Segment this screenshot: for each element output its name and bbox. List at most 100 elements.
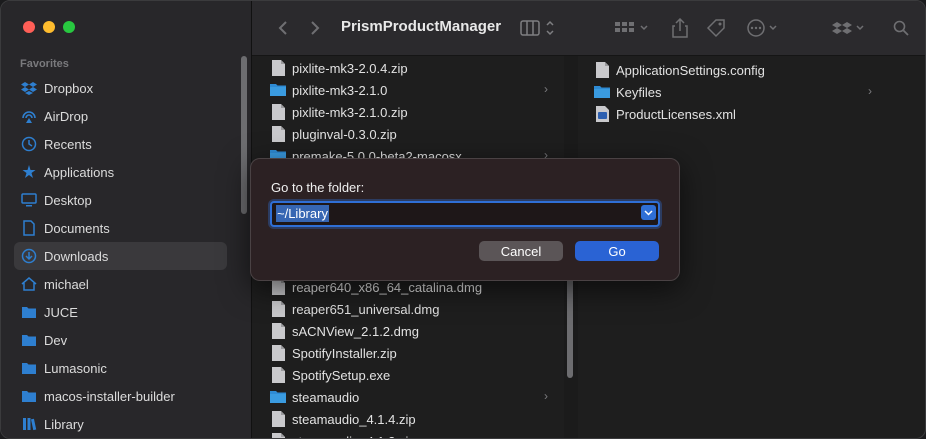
sidebar-item-airdrop[interactable]: AirDrop	[14, 102, 227, 130]
search-icon	[893, 20, 909, 36]
row-icon	[270, 367, 286, 383]
row-icon	[270, 389, 286, 405]
sidebar-item-label: Library	[44, 416, 84, 432]
row-icon	[270, 323, 286, 339]
row-label: reaper651_universal.dmg	[292, 301, 440, 317]
row-icon	[270, 126, 286, 142]
file-icon	[271, 367, 285, 383]
row-icon	[270, 60, 286, 76]
folder-icon	[594, 86, 610, 98]
row-icon	[594, 62, 610, 78]
file-row[interactable]: reaper651_universal.dmg	[252, 298, 564, 320]
finder-window: Favorites Dropbox AirDrop Recents Applicati…	[0, 0, 926, 439]
sidebar-item-label: Downloads	[44, 248, 109, 264]
folder-row[interactable]: steamaudio ›	[252, 386, 564, 408]
file-row[interactable]: ApplicationSettings.config	[578, 59, 884, 81]
row-label: Keyfiles	[616, 84, 662, 100]
group-button[interactable]	[614, 17, 652, 39]
sidebar-item-label: AirDrop	[44, 108, 89, 124]
file-row[interactable]: SpotifyInstaller.zip	[252, 342, 564, 364]
folder-icon	[20, 387, 38, 405]
airdrop-icon	[20, 107, 38, 125]
view-mode-button[interactable]	[520, 17, 556, 39]
folder-icon	[270, 391, 286, 403]
file-row[interactable]: ProductLicenses.xml	[578, 103, 884, 125]
sidebar-item-dev[interactable]: Dev	[14, 326, 227, 354]
forward-button[interactable]	[308, 17, 322, 39]
sidebar-item-applications[interactable]: Applications	[14, 158, 227, 186]
path-history-dropdown[interactable]	[641, 205, 656, 220]
search-button[interactable]	[892, 17, 910, 39]
back-button[interactable]	[276, 17, 290, 39]
sidebar-item-recents[interactable]: Recents	[14, 130, 227, 158]
row-label: SpotifySetup.exe	[292, 367, 391, 383]
folder-row[interactable]: Keyfiles ›	[578, 81, 884, 103]
file-icon	[271, 60, 285, 76]
window-controls	[23, 21, 75, 33]
sidebar-item-label: Lumasonic	[44, 360, 107, 376]
applications-icon	[20, 163, 38, 181]
sidebar-item-juce[interactable]: JUCE	[14, 298, 227, 326]
dropbox-icon	[832, 22, 864, 34]
row-icon	[270, 104, 286, 120]
row-label: ProductLicenses.xml	[616, 106, 736, 122]
sidebar-section-favorites: Favorites	[20, 58, 69, 70]
sidebar-item-lumasonic[interactable]: Lumasonic	[14, 354, 227, 382]
sidebar-item-label: Documents	[44, 220, 110, 236]
sidebar-item-label: Desktop	[44, 192, 92, 208]
close-button[interactable]	[23, 21, 35, 33]
sidebar-item-macos-installer-builder[interactable]: macos-installer-builder	[14, 382, 227, 410]
share-icon	[672, 18, 688, 38]
file-row[interactable]: pixlite-mk3-2.0.4.zip	[252, 57, 564, 79]
go-button[interactable]: Go	[575, 241, 659, 261]
folder-row[interactable]: pixlite-mk3-2.1.0 ›	[252, 79, 564, 101]
sidebar-item-documents[interactable]: Documents	[14, 214, 227, 242]
sidebar-item-library[interactable]: Library	[14, 410, 227, 438]
dropbox-toolbar-button[interactable]	[832, 17, 868, 39]
row-label: reaper640_x86_64_catalina.dmg	[292, 279, 483, 295]
chevron-right-icon: ›	[544, 389, 548, 403]
file-row[interactable]: steamaudio_4.1.4.zip	[252, 408, 564, 430]
file-row[interactable]: pixlite-mk3-2.1.0.zip	[252, 101, 564, 123]
file-icon	[271, 279, 285, 295]
sidebar-scrollbar[interactable]	[241, 56, 247, 214]
chevron-down-icon	[644, 209, 653, 216]
ellipsis-circle-icon	[747, 19, 777, 37]
file-icon	[271, 301, 285, 317]
sidebar-item-michael[interactable]: michael	[14, 270, 227, 298]
row-label: SpotifyInstaller.zip	[292, 345, 397, 361]
sidebar-item-downloads[interactable]: Downloads	[14, 242, 227, 270]
window-title: PrismProductManager	[341, 18, 502, 35]
action-button[interactable]	[746, 17, 782, 39]
download-icon	[20, 247, 38, 265]
file-icon	[271, 104, 285, 120]
minimize-button[interactable]	[43, 21, 55, 33]
sidebar-item-label: michael	[44, 276, 89, 292]
folder-icon	[20, 303, 38, 321]
folder-path-input[interactable]: ~/Library	[276, 205, 329, 222]
file-icon	[271, 433, 285, 438]
chevron-right-icon: ›	[868, 84, 872, 98]
library-icon	[20, 415, 38, 433]
row-label: steamaudio_4.1.3.zip	[292, 434, 416, 439]
tag-icon	[706, 19, 725, 38]
tag-button[interactable]	[705, 17, 727, 39]
sidebar-item-desktop[interactable]: Desktop	[14, 186, 227, 214]
file-row[interactable]: SpotifySetup.exe	[252, 364, 564, 386]
clock-icon	[20, 135, 38, 153]
cancel-button[interactable]: Cancel	[479, 241, 563, 261]
folder-path-field[interactable]: ~/Library	[270, 201, 660, 227]
file-row[interactable]: pluginval-0.3.0.zip	[252, 123, 564, 145]
file-icon	[271, 126, 285, 142]
zoom-button[interactable]	[63, 21, 75, 33]
file-row[interactable]: sACNView_2.1.2.dmg	[252, 320, 564, 342]
row-icon	[594, 106, 610, 122]
sidebar-item-dropbox[interactable]: Dropbox	[14, 74, 227, 102]
sidebar-item-label: Applications	[44, 164, 115, 180]
home-icon	[20, 275, 38, 293]
share-button[interactable]	[670, 17, 690, 39]
sidebar-list: Dropbox AirDrop Recents Applications Desktop…	[14, 74, 227, 438]
file-row[interactable]: steamaudio_4.1.3.zip	[252, 430, 564, 439]
folder-icon	[20, 331, 38, 349]
row-label: steamaudio_4.1.4.zip	[292, 411, 416, 427]
